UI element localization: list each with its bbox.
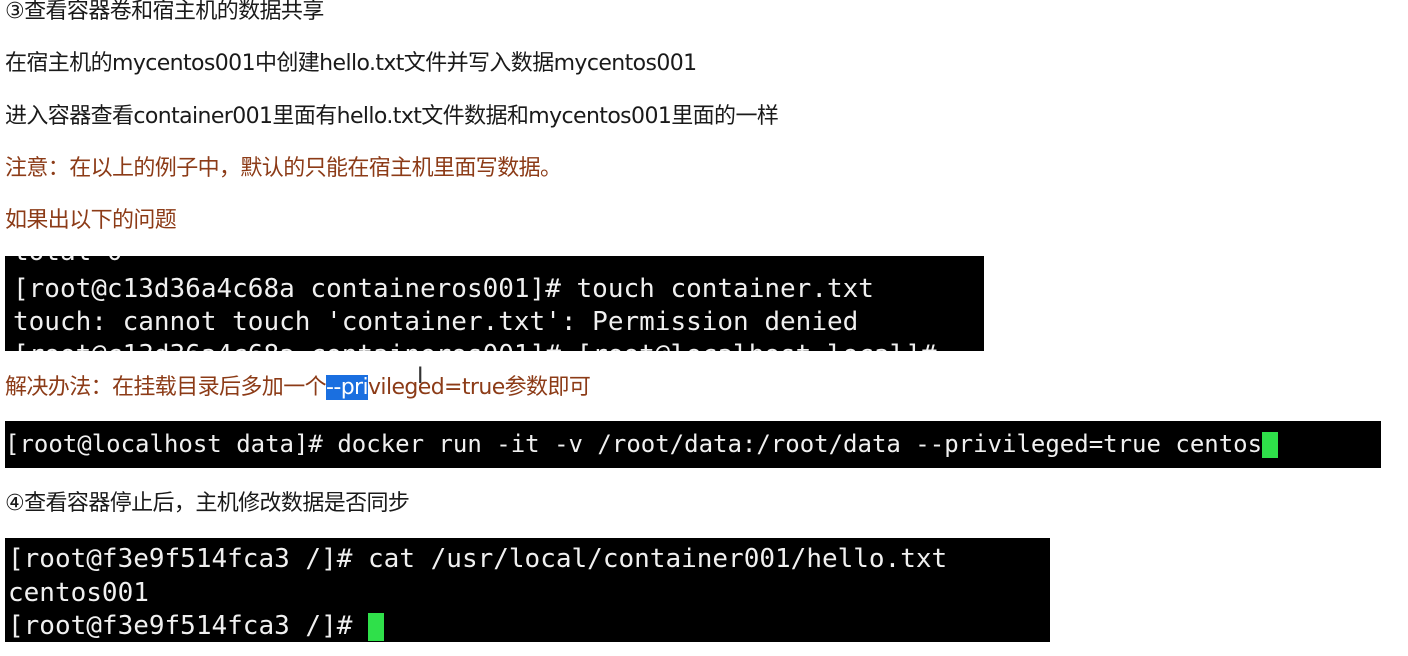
- cursor-block-icon: [1262, 432, 1279, 458]
- solution-prefix: 解决办法：在挂载目录后多加一个: [5, 375, 327, 400]
- terminal-line: total 0: [13, 256, 123, 268]
- solution-rest: vileged=true参数即可: [368, 375, 591, 400]
- selected-text[interactable]: --pri: [326, 375, 369, 400]
- terminal-line: centos001: [8, 578, 149, 608]
- section-heading-3: ③查看容器卷和宿主机的数据共享: [5, 0, 324, 24]
- note-write-only-host: 注意：在以上的例子中，默认的只能在宿主机里面写数据。: [5, 156, 562, 181]
- terminal-docker-run: [root@localhost data]# docker run -it -v…: [5, 421, 1381, 468]
- terminal-line: [root@f3e9f514fca3 /]# cat /usr/local/co…: [8, 544, 948, 574]
- terminal-cat-hello: [root@f3e9f514fca3 /]# cat /usr/local/co…: [5, 538, 1050, 642]
- terminal-line: [root@localhost data]# docker run -it -v…: [5, 428, 1279, 460]
- note-if-problem: 如果出以下的问题: [5, 208, 177, 233]
- text-cursor-icon: I: [417, 364, 424, 389]
- terminal-line: [root@f3e9f514fca3 /]#: [8, 610, 385, 642]
- terminal-line: [root@c13d36a4c68a containeros001]# [roo…: [13, 339, 952, 351]
- section-heading-4: ④查看容器停止后，主机修改数据是否同步: [5, 491, 410, 516]
- terminal-permission-denied: total 0 [root@c13d36a4c68a containeros00…: [5, 256, 984, 351]
- terminal-line: touch: cannot touch 'container.txt': Per…: [13, 307, 859, 337]
- cursor-block-icon: [368, 612, 385, 641]
- prompt-text: [root@f3e9f514fca3 /]#: [8, 611, 369, 641]
- paragraph-create-file: 在宿主机的mycentos001中创建hello.txt文件并写入数据mycen…: [5, 51, 697, 76]
- solution-text: 解决办法：在挂载目录后多加一个--privileged=true参数即可: [5, 374, 591, 402]
- paragraph-check-container: 进入容器查看container001里面有hello.txt文件数据和mycen…: [5, 104, 779, 129]
- terminal-line: [root@c13d36a4c68a containeros001]# touc…: [13, 274, 874, 304]
- command-text: [root@localhost data]# docker run -it -v…: [5, 430, 1263, 458]
